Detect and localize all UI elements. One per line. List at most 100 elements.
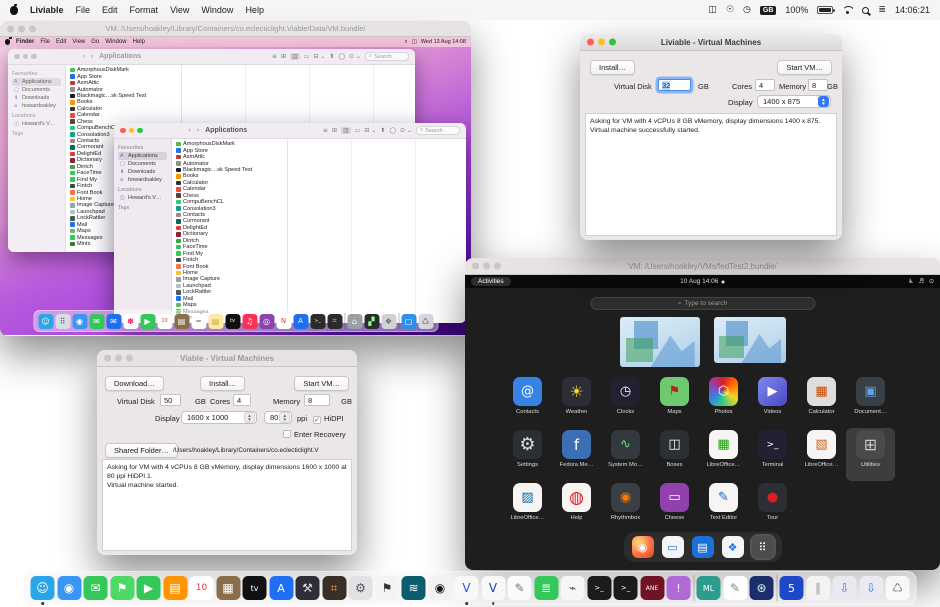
hidpi-checkbox[interactable]: ✓HiDPI — [313, 414, 344, 424]
facetime-icon[interactable]: ▶ — [137, 576, 161, 600]
liviable-icon[interactable]: V — [481, 576, 505, 600]
action-icon[interactable]: ⊙ ⌄ — [400, 127, 412, 134]
app-store-icon[interactable]: A — [269, 576, 293, 600]
safari-icon[interactable]: ◉ — [57, 576, 81, 600]
traffic-lights[interactable] — [587, 39, 616, 46]
app-system-monitor[interactable]: ∿ System Mo… — [601, 428, 650, 481]
tv-icon[interactable]: tv — [243, 576, 267, 600]
vm-mac-window[interactable]: VM: /Users/hoakley/Library/Containers/co… — [0, 21, 471, 336]
column-view-icon[interactable]: ▥ — [290, 53, 300, 60]
sidebar-item[interactable]: Locations — [118, 187, 167, 193]
menu-item[interactable]: Format — [130, 5, 159, 15]
start-vm-button[interactable]: Start VM… — [777, 60, 832, 75]
ppi-stepper[interactable]: 80▲▼ — [264, 411, 292, 424]
dock-separator[interactable] — [693, 575, 694, 601]
green-archive-icon[interactable]: ≣ — [534, 576, 558, 600]
notes-icon[interactable]: ▤ — [208, 314, 223, 329]
terminal-dark2-icon[interactable]: >_ — [614, 576, 638, 600]
software-icon[interactable]: ❖ — [722, 536, 744, 558]
list-view-icon[interactable]: ≡ — [272, 53, 277, 60]
memory-field[interactable]: 8 — [304, 394, 330, 406]
finder-icon[interactable]: ☺ — [38, 314, 53, 329]
action-icon[interactable]: ⊙ ⌄ — [349, 53, 361, 60]
vm-mac-titlebar[interactable]: VM: /Users/hoakley/Library/Containers/co… — [0, 21, 471, 37]
system-settings-icon[interactable]: ⚙ — [349, 576, 373, 600]
memory-field[interactable]: 8 — [808, 79, 828, 91]
clock-icon[interactable]: ◷ — [743, 5, 751, 15]
sidebar-item[interactable]: ▢Documents — [12, 86, 61, 94]
traffic-lights[interactable] — [472, 263, 501, 270]
vm-menu-item[interactable]: Edit — [56, 39, 66, 45]
icon-view-icon[interactable]: ⊞ — [281, 53, 286, 60]
sidebar-item[interactable]: ◫Howard's V… — [12, 120, 61, 128]
vm-menu-item[interactable]: Go — [91, 39, 99, 45]
sidebar-item[interactable]: Locations — [12, 113, 61, 119]
sidebar-item[interactable]: Favourites — [118, 145, 167, 151]
display-popup[interactable]: 1600 x 1000▲▼ — [181, 411, 257, 424]
start-vm-button[interactable]: Start VM… — [294, 376, 349, 391]
vm-clock[interactable]: Wed 13 Aug 14:08 — [421, 39, 466, 45]
alert-app-icon[interactable]: ! — [667, 576, 691, 600]
app-libreoffice-impress[interactable]: ▨ LibreOffice… — [503, 481, 552, 534]
sidebar-item[interactable]: ⬇Downloads — [12, 94, 61, 102]
gnome-clock[interactable]: 10 Aug 14:06● — [680, 278, 725, 285]
fedora-titlebar[interactable]: VM: /Users/hoakley/VMs/fedTest2.bundle/ — [465, 258, 940, 275]
launchpad-icon[interactable]: ⠿ — [55, 314, 70, 329]
finder-icon[interactable]: ☺ — [31, 576, 55, 600]
globe-app-icon[interactable]: ⊛ — [750, 576, 774, 600]
sidebar-item[interactable]: ▢Documents — [118, 160, 167, 168]
t5-app-icon[interactable]: 5 — [780, 576, 804, 600]
tag-icon[interactable]: ◯ — [389, 127, 396, 134]
home-app-icon[interactable]: ⌂ — [347, 314, 362, 329]
finder-traffic-lights[interactable] — [14, 54, 37, 60]
virtual-disk-field[interactable]: 50 — [160, 394, 181, 406]
sidebar-item[interactable]: Tags — [118, 205, 167, 211]
messages-icon[interactable]: ✉ — [89, 314, 104, 329]
menu-item[interactable]: View — [170, 5, 189, 15]
mail-icon[interactable]: ✉ — [106, 314, 121, 329]
virtual-disk-field[interactable]: 32 — [658, 79, 691, 91]
finder-traffic-lights[interactable] — [120, 128, 143, 134]
network-app-icon[interactable]: ⌗ — [322, 576, 346, 600]
news-icon[interactable]: N — [276, 314, 291, 329]
finder-window-front[interactable]: ‹ › Applications ≡⊞▥▭⊟ ⌄⬆◯⊙ ⌄ ⌕Search Fa… — [114, 123, 466, 323]
vm-menu-item[interactable]: View — [72, 39, 85, 45]
accessibility-icon[interactable]: ♿ — [908, 278, 913, 285]
fedora-vm-window[interactable]: VM: /Users/hoakley/VMs/fedTest2.bundle/ … — [465, 258, 940, 570]
workspace-thumbnail-1[interactable] — [620, 317, 700, 367]
dark-app-icon[interactable]: ⌗ — [327, 314, 342, 329]
vm-finder-menu[interactable]: Finder — [16, 39, 34, 45]
menu-bar-clock[interactable]: 14:06:21 — [895, 5, 930, 15]
gnome-search-bar[interactable]: ⌕ Type to search — [590, 297, 815, 310]
vm-menu-item[interactable]: Help — [133, 39, 145, 45]
eye-app-icon[interactable]: ◉ — [428, 576, 452, 600]
liviable-window[interactable]: Liviable - Virtual Machines Install… Sta… — [580, 34, 842, 240]
stepper-icon[interactable]: ▲▼ — [818, 96, 829, 107]
display-popup[interactable]: 1400 x 875▲▼ — [757, 95, 831, 108]
dock-separator[interactable] — [398, 313, 399, 329]
traffic-lights[interactable] — [7, 25, 36, 32]
app-fedora-media-writer[interactable]: f Fedora Me… — [552, 428, 601, 481]
music-icon[interactable]: ♫ — [242, 314, 257, 329]
group-icon[interactable]: ⊟ ⌄ — [364, 127, 376, 134]
group-icon[interactable]: ⊟ ⌄ — [313, 53, 325, 60]
app-videos[interactable]: ▶ Videos — [748, 375, 797, 428]
app-rhythmbox[interactable]: ◉ Rhythmbox — [601, 481, 650, 534]
maps-icon[interactable]: ⚑ — [110, 576, 134, 600]
activities-button[interactable]: Activities — [471, 277, 511, 286]
app-terminal[interactable]: >_ Terminal — [748, 428, 797, 481]
developer-app-icon[interactable]: ⚒ — [296, 576, 320, 600]
finder-search-field[interactable]: ⌕Search — [365, 52, 409, 61]
install-button[interactable]: Install… — [200, 376, 245, 391]
nav-back-forward-icons[interactable]: ‹ › — [189, 127, 202, 134]
sidebar-item[interactable]: ⌂howardoakley — [12, 102, 61, 110]
finder-search-field[interactable]: ⌕Search — [416, 126, 460, 135]
download-button[interactable]: Download… — [105, 376, 164, 391]
trash-icon[interactable]: ♺ — [418, 314, 433, 329]
tag-icon[interactable]: ◯ — [338, 53, 345, 60]
app-contacts[interactable]: @ Contacts — [503, 375, 552, 428]
app-libreoffice-writer[interactable]: ▧ LibreOffice… — [797, 428, 846, 481]
gallery-view-icon[interactable]: ▭ — [355, 127, 361, 134]
nav-back-forward-icons[interactable]: ‹ › — [83, 53, 96, 60]
stack-icon[interactable]: ≣ — [878, 5, 886, 15]
